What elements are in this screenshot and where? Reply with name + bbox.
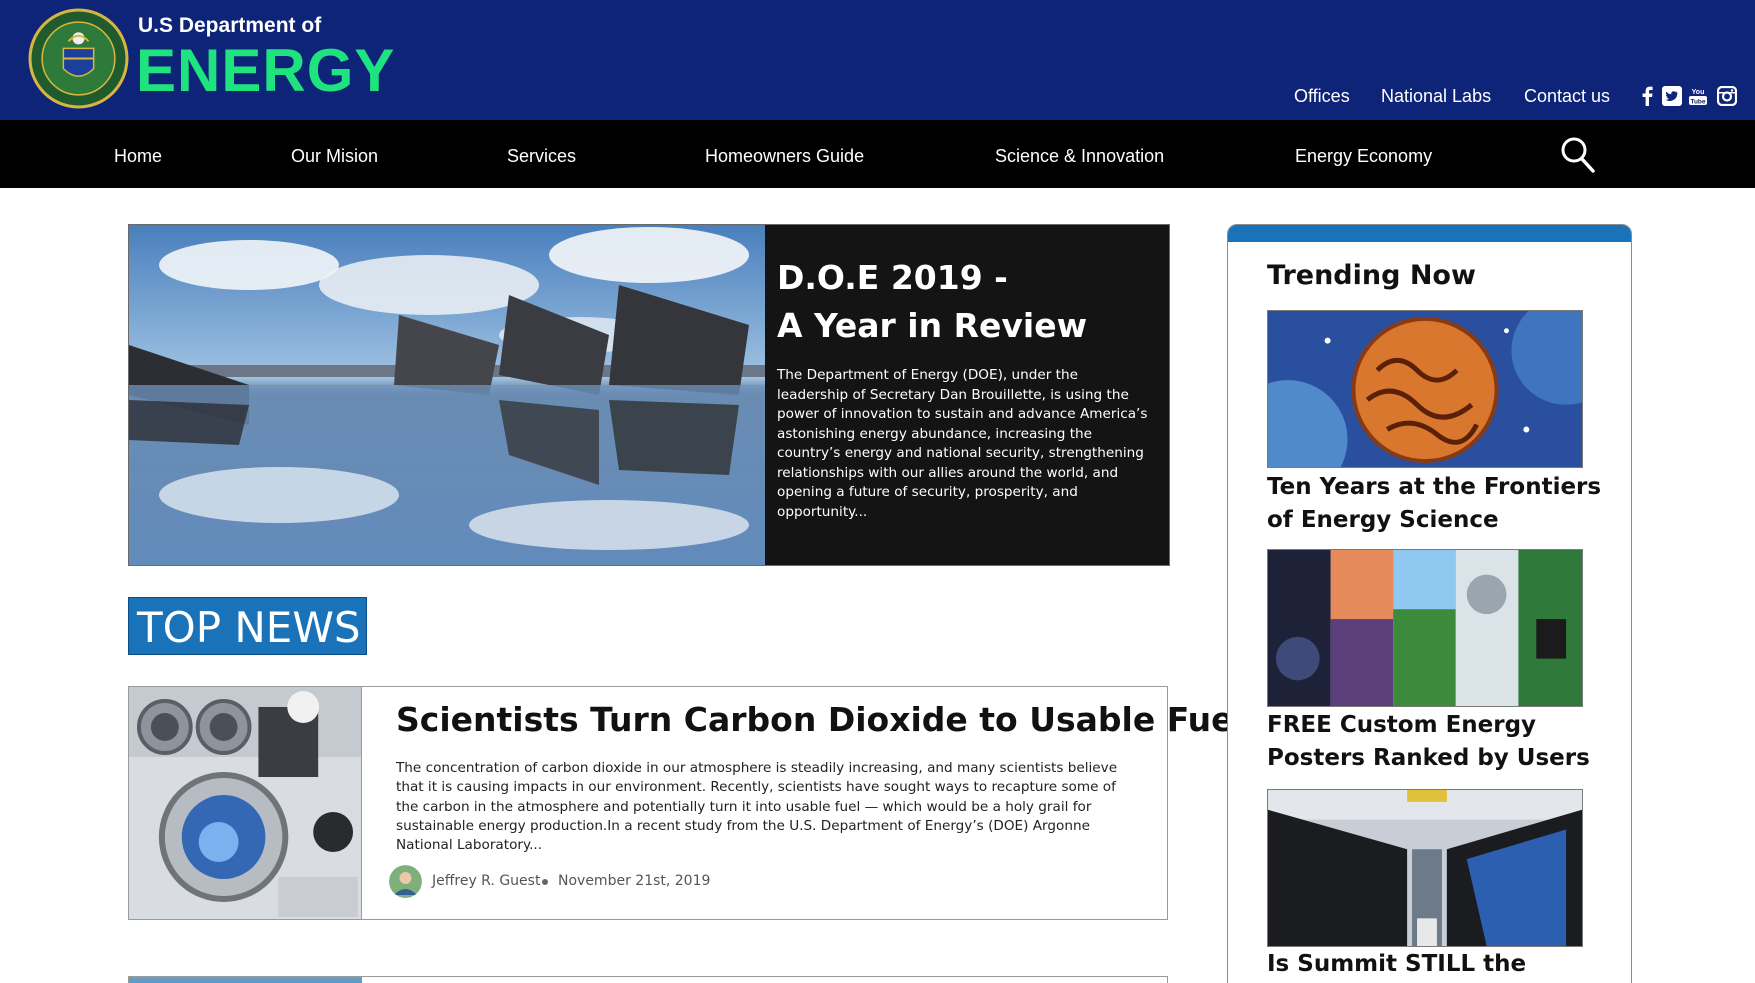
instagram-icon[interactable] <box>1717 86 1737 106</box>
trending-caption-1[interactable]: Ten Years at the Frontiers of Energy Sci… <box>1267 471 1607 537</box>
nav-services[interactable]: Services <box>507 146 576 167</box>
hero-title[interactable]: D.O.E 2019 - A Year in Review <box>777 254 1157 350</box>
hero-title-line2: A Year in Review <box>777 306 1088 345</box>
nav-energy-economy[interactable]: Energy Economy <box>1295 146 1432 167</box>
nav-our-mision[interactable]: Our Mision <box>291 146 378 167</box>
trending-caption-2[interactable]: FREE Custom Energy Posters Ranked by Use… <box>1267 709 1607 775</box>
article-title[interactable]: Scientists Turn Carbon Dioxide to Usable… <box>396 700 1245 739</box>
twitter-icon[interactable] <box>1662 86 1682 106</box>
hero-body: The Department of Energy (DOE), under th… <box>777 367 1148 520</box>
lab-equipment-image <box>129 687 362 919</box>
trending-caption-2-line2: Posters Ranked by Users <box>1267 745 1590 771</box>
trending-caption-3-line1: Is Summit STILL the fastest <box>1267 951 1527 977</box>
article-excerpt: The concentration of carbon dioxide in o… <box>396 760 1118 854</box>
solar-mirror-image <box>129 225 765 565</box>
article-author[interactable]: Jeffrey R. Guest <box>432 873 540 889</box>
nav-science-innovation[interactable]: Science & Innovation <box>995 146 1164 167</box>
youtube-icon[interactable]: You Tube <box>1688 86 1708 106</box>
trending-caption-1-line2: of Energy Science <box>1267 507 1499 533</box>
doe-seal-logo[interactable] <box>28 8 129 109</box>
svg-text:Tube: Tube <box>1690 99 1705 106</box>
trending-image-posters[interactable] <box>1267 549 1583 707</box>
article-date: November 21st, 2019 <box>558 873 711 889</box>
trending-caption-2-line1: FREE Custom Energy <box>1267 712 1537 738</box>
facebook-icon[interactable] <box>1640 86 1654 106</box>
nav-homeowners-guide[interactable]: Homeowners Guide <box>705 146 864 167</box>
trending-image-molecule[interactable] <box>1267 310 1583 468</box>
sidebar-accent-bar <box>1228 225 1631 242</box>
national-labs-link[interactable]: National Labs <box>1381 86 1491 107</box>
brand-title[interactable]: ENERGY <box>136 36 395 106</box>
offices-link[interactable]: Offices <box>1294 86 1350 107</box>
brand-subtitle: U.S Department of <box>138 14 322 37</box>
trending-caption-3[interactable]: Is Summit STILL the fastest <box>1267 948 1607 983</box>
hero-title-line1: D.O.E 2019 - <box>777 258 1008 297</box>
next-article-image <box>129 977 362 983</box>
svg-text:You: You <box>1692 89 1705 96</box>
main-nav <box>0 120 1755 188</box>
nav-home[interactable]: Home <box>114 146 162 167</box>
meta-separator <box>542 879 548 885</box>
news-card-next[interactable] <box>128 976 1168 983</box>
search-icon[interactable] <box>1560 136 1596 174</box>
trending-image-supercomputer[interactable] <box>1267 789 1583 947</box>
contact-us-link[interactable]: Contact us <box>1524 86 1610 107</box>
trending-title: Trending Now <box>1267 260 1476 291</box>
section-label-top-news: TOP NEWS <box>128 597 367 655</box>
trending-caption-1-line1: Ten Years at the Frontiers <box>1267 474 1602 500</box>
author-avatar <box>389 865 422 898</box>
